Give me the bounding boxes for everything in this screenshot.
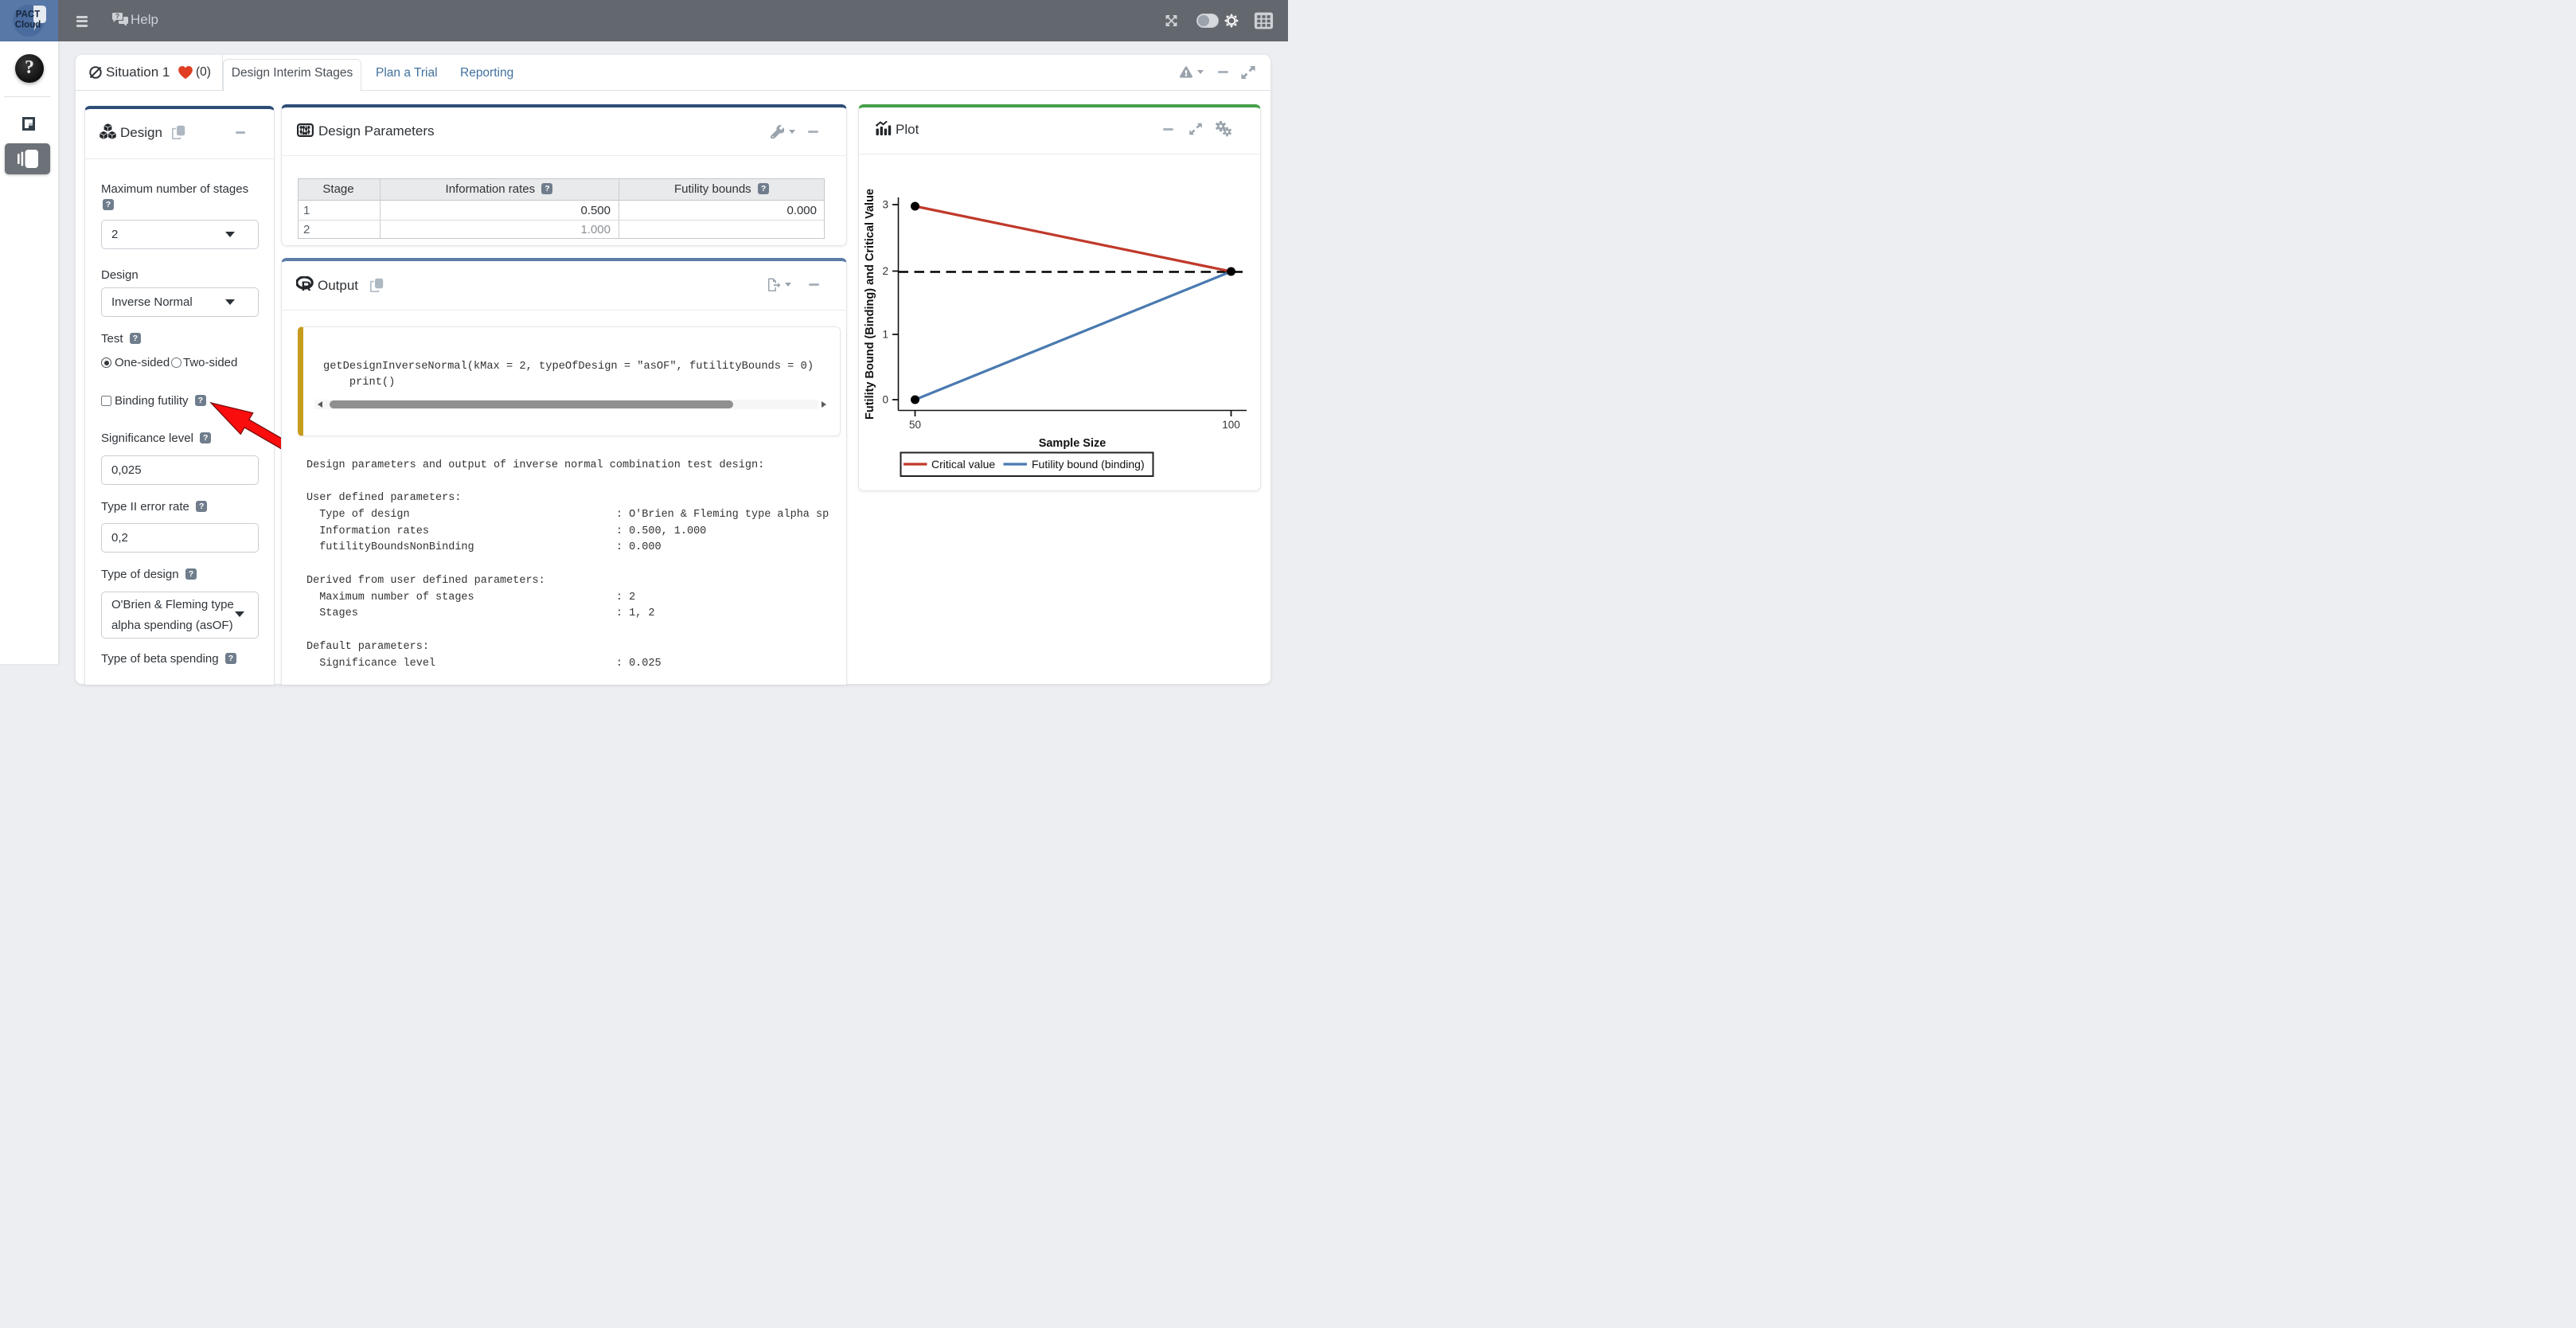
svg-text:100: 100 [1222,419,1240,431]
svg-text:R: R [301,279,310,291]
svg-text:Critical value: Critical value [931,458,995,471]
svg-text:PACT: PACT [16,10,40,20]
svg-text:Futility Bound (Binding) and C: Futility Bound (Binding) and Critical Va… [864,189,876,420]
svg-text:3: 3 [882,199,888,211]
svg-text:Sample Size: Sample Size [1039,437,1107,450]
svg-text:1: 1 [882,329,888,341]
svg-text:Cloud: Cloud [15,21,41,30]
svg-text:Futility bound (binding): Futility bound (binding) [1032,458,1145,471]
svg-text:2: 2 [882,265,888,277]
svg-text:50: 50 [909,419,921,431]
svg-text:?: ? [115,13,120,21]
svg-text:0: 0 [882,394,888,406]
